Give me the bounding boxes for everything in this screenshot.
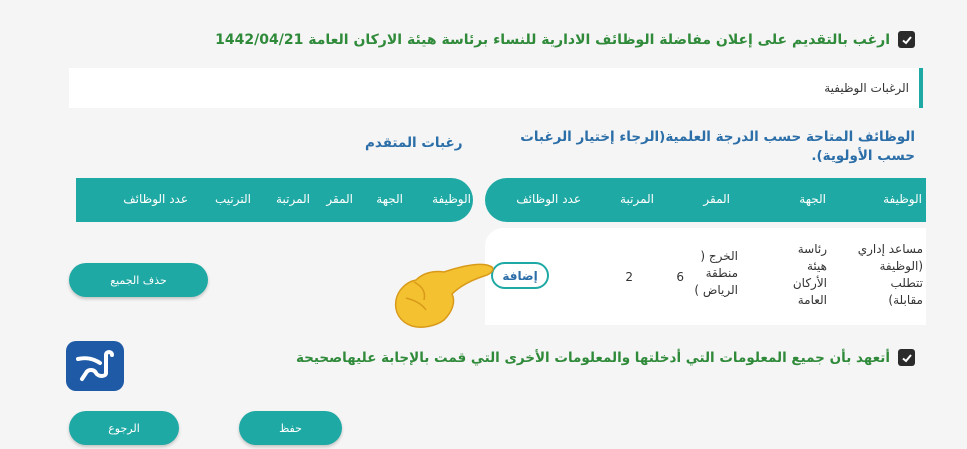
header-count: عدد الوظائف	[123, 192, 188, 206]
pledge-checkbox[interactable]	[898, 349, 915, 366]
header-entity: الجهة	[799, 192, 826, 206]
check-icon	[901, 35, 912, 44]
applicant-wishes-title: رغبات المتقدم	[365, 135, 463, 151]
header-rank: المرتبة	[276, 192, 310, 206]
available-jobs-title: الوظائف المتاحة حسب الدرجة العلمية(الرجا…	[520, 129, 915, 164]
header-job: الوظيفة	[883, 192, 922, 206]
logo-mark-icon	[76, 350, 114, 381]
header-entity: الجهة	[376, 192, 403, 206]
apply-checkbox-row[interactable]: ارغب بالتقديم على إعلان مفاضلة الوظائف ا…	[215, 31, 915, 48]
pledge-checkbox-label: أتعهد بأن جميع المعلومات التي أدخلتها وا…	[295, 349, 890, 366]
check-icon	[901, 353, 912, 362]
cell-job: مساعد إداري (الوظيفة تتطلب مقابلة)	[857, 242, 923, 307]
header-location: المقر	[326, 192, 353, 206]
cell-entity: رئاسة هيئة الأركان العامة	[792, 242, 827, 307]
section-header: الرغبات الوظيفية	[69, 68, 923, 108]
apply-checkbox-label: ارغب بالتقديم على إعلان مفاضلة الوظائف ا…	[215, 31, 890, 48]
section-title: الرغبات الوظيفية	[824, 81, 909, 95]
header-order: الترتيب	[215, 192, 251, 206]
table-row: مساعد إداري (الوظيفة تتطلب مقابلة) رئاسة…	[485, 228, 926, 325]
cell-count: 2	[625, 270, 633, 284]
add-button[interactable]: إضافة	[491, 262, 549, 289]
header-count: عدد الوظائف	[516, 192, 581, 206]
pointing-hand-icon	[394, 263, 494, 328]
delete-all-button[interactable]: حذف الجميع	[69, 263, 208, 297]
header-location: المقر	[703, 192, 730, 206]
header-rank: المرتبة	[620, 192, 654, 206]
available-jobs-header: الوظيفة الجهة المقر المرتبة عدد الوظائف	[485, 178, 926, 222]
cell-location: الخرج ( منطقة الرياض )	[694, 249, 738, 297]
applicant-wishes-header: الوظيفة الجهة المقر المرتبة الترتيب عدد …	[76, 178, 473, 222]
back-button[interactable]: الرجوع	[69, 411, 179, 445]
cell-rank: 6	[676, 270, 684, 284]
site-logo	[66, 341, 124, 391]
pledge-checkbox-row[interactable]: أتعهد بأن جميع المعلومات التي أدخلتها وا…	[296, 349, 915, 366]
apply-checkbox[interactable]	[898, 31, 915, 48]
header-job: الوظيفة	[432, 192, 471, 206]
save-button[interactable]: حفظ	[239, 411, 342, 445]
